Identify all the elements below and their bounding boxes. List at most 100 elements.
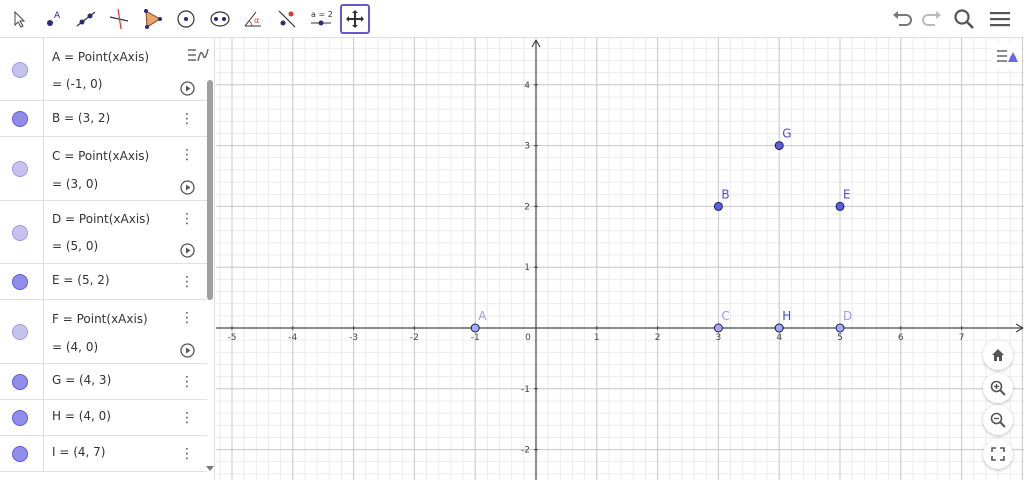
play-icon[interactable] (180, 243, 195, 258)
play-icon[interactable] (180, 180, 195, 195)
algebra-row-I[interactable]: I = (4, 7) ⋮ (0, 436, 207, 472)
redo-icon (922, 11, 941, 26)
more-options-icon[interactable]: ⋮ (180, 375, 194, 389)
line-icon (76, 11, 96, 27)
y-tick-label: 2 (524, 202, 530, 212)
x-tick-label: 7 (959, 333, 965, 343)
algebra-row-H[interactable]: H = (4, 0) ⋮ (0, 400, 207, 436)
x-tick-label: 2 (655, 333, 661, 343)
redo-button[interactable] (917, 4, 945, 34)
main-menu-button[interactable] (986, 4, 1014, 34)
circle-tool[interactable] (171, 4, 201, 34)
hamburger-menu-icon (990, 12, 1010, 27)
definition-text: H = (4, 0) (52, 409, 111, 423)
point-G (774, 141, 784, 151)
y-tick-label: 4 (524, 81, 530, 91)
x-tick-label: 5 (837, 333, 843, 343)
point-label-B: B (721, 187, 729, 201)
algebra-row-E[interactable]: E = (5, 2) ⋮ (0, 264, 207, 300)
algebra-row-C[interactable]: C = Point(xAxis) = (3, 0) ⋮ (0, 137, 207, 201)
ellipse-tool[interactable] (205, 4, 235, 34)
more-options-icon[interactable]: ⋮ (180, 447, 194, 461)
value-text: = (-1, 0) (52, 77, 103, 91)
reflect-icon (278, 10, 296, 28)
algebra-row-F[interactable]: F = Point(xAxis) = (4, 0) ⋮ (0, 300, 207, 364)
coordinate-plane[interactable]: -5 -4 -3 -2 -1 0 1 2 3 4 5 6 7 4 3 2 1 -1 -2 A B C D E G H (216, 38, 1024, 480)
point-B (713, 201, 723, 211)
algebra-row-D[interactable]: D = Point(xAxis) = (5, 0) ⋮ (0, 201, 207, 264)
move-graphics-tool[interactable] (340, 4, 370, 34)
x-tick-label: 3 (716, 333, 722, 343)
point-A (470, 323, 480, 333)
visibility-toggle[interactable] (12, 374, 28, 390)
angle-tool[interactable]: α (238, 4, 268, 34)
graphics-view[interactable]: -5 -4 -3 -2 -1 0 1 2 3 4 5 6 7 4 3 2 1 -1 -2 A B C D E G H (216, 38, 1024, 480)
x-tick-label: -1 (471, 333, 480, 343)
slider-icon: a = 2 (311, 10, 333, 26)
zoom-in-button[interactable] (983, 373, 1013, 403)
visibility-toggle[interactable] (12, 446, 28, 462)
slider-tool[interactable]: a = 2 (306, 4, 336, 34)
algebra-row-B[interactable]: B = (3, 2) ⋮ (0, 101, 207, 137)
definition-text: C = Point(xAxis) (52, 149, 150, 163)
more-options-icon[interactable]: ⋮ (180, 275, 194, 289)
scrollbar[interactable] (207, 80, 213, 300)
visibility-toggle[interactable] (12, 111, 28, 127)
angle-icon: α (244, 11, 261, 27)
polygon-tool[interactable] (137, 4, 167, 34)
algebra-style-icon (188, 48, 209, 62)
algebra-style-button[interactable] (183, 42, 213, 68)
definition-text: G = (4, 3) (52, 373, 112, 387)
svg-text:a = 2: a = 2 (311, 10, 333, 19)
definition-text: A = Point(xAxis) (52, 50, 150, 64)
point-label-A: A (478, 309, 487, 323)
point-label-C: C (721, 309, 729, 323)
reflect-tool[interactable] (272, 4, 302, 34)
point-F (774, 323, 784, 333)
line-tool[interactable] (71, 4, 101, 34)
undo-button[interactable] (889, 4, 917, 34)
more-options-icon[interactable]: ⋮ (180, 212, 194, 226)
y-tick-label: -1 (521, 385, 530, 395)
move-icon (14, 10, 26, 28)
scroll-down-arrow-icon[interactable] (206, 466, 214, 472)
more-options-icon[interactable]: ⋮ (180, 112, 194, 126)
algebra-row-G[interactable]: G = (4, 3) ⋮ (0, 364, 207, 400)
ellipse-icon (210, 11, 230, 27)
visibility-toggle[interactable] (12, 225, 28, 241)
polygon-icon (144, 9, 162, 29)
definition-text: D = Point(xAxis) (52, 212, 151, 226)
zoom-out-button[interactable] (983, 405, 1013, 435)
toolbar: A α a = 2 (0, 0, 1024, 38)
algebra-view: A = Point(xAxis) = (-1, 0) B = (3, 2) ⋮ … (0, 38, 215, 480)
point-D (835, 323, 845, 333)
play-icon[interactable] (180, 343, 195, 358)
more-options-icon[interactable]: ⋮ (180, 411, 194, 425)
graphics-style-button[interactable] (992, 43, 1022, 69)
definition-text: I = (4, 7) (52, 445, 106, 459)
algebra-row-A[interactable]: A = Point(xAxis) = (-1, 0) (0, 38, 207, 101)
visibility-toggle[interactable] (12, 410, 28, 426)
visibility-toggle[interactable] (12, 161, 28, 177)
visibility-toggle[interactable] (12, 274, 28, 290)
search-button[interactable] (950, 4, 978, 34)
x-tick-label: 0 (525, 333, 531, 343)
x-tick-label: -5 (228, 333, 237, 343)
point-tool[interactable]: A (38, 4, 68, 34)
home-button[interactable] (983, 340, 1013, 370)
perpendicular-tool[interactable] (104, 4, 134, 34)
svg-text:A: A (54, 11, 61, 21)
definition-text: F = Point(xAxis) (52, 312, 148, 326)
point-label-E: E (843, 187, 851, 201)
more-options-icon[interactable]: ⋮ (180, 148, 194, 162)
visibility-toggle[interactable] (12, 324, 28, 340)
play-icon[interactable] (180, 81, 195, 96)
x-tick-label: -2 (410, 333, 419, 343)
move-tool[interactable] (4, 4, 34, 34)
x-tick-label: 6 (898, 333, 904, 343)
fullscreen-button[interactable] (983, 439, 1013, 469)
visibility-toggle[interactable] (12, 62, 28, 78)
x-tick-label: 4 (776, 333, 782, 343)
x-tick-label: 1 (594, 333, 600, 343)
more-options-icon[interactable]: ⋮ (180, 311, 194, 325)
